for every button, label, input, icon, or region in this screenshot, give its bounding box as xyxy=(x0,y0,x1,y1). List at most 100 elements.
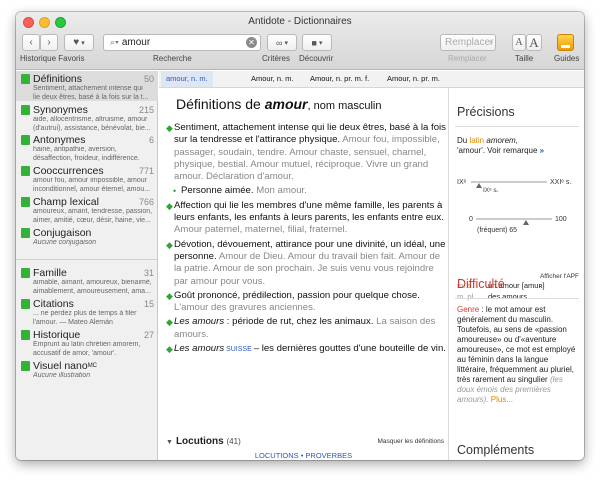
locutions-links[interactable]: LOCUTIONS • PROVERBES xyxy=(159,451,448,460)
tab-amour-nm[interactable]: amour, n. m. xyxy=(161,71,213,87)
sidebar-item-label: Cooccurrences xyxy=(33,165,104,177)
discover-button[interactable]: ■ ▾ xyxy=(302,34,332,51)
sidebar-item-definitions[interactable]: Définitions 50 Sentiment, attachement int… xyxy=(16,71,158,101)
difficulty-heading: Difficulté xyxy=(457,277,505,291)
back-button[interactable]: ‹ xyxy=(22,34,40,51)
sidebar-item-conjugation[interactable]: Conjugaison Aucune conjugaison xyxy=(16,225,158,251)
text-size-larger-button[interactable]: A xyxy=(526,34,542,51)
sidebar-item-cooccurrences[interactable]: Cooccurrences 771 amour fou, amour imposs… xyxy=(16,163,158,193)
count-badge: 50 xyxy=(143,74,154,84)
book-icon xyxy=(21,74,30,84)
filters-label: Critères xyxy=(262,54,291,63)
guides-book-icon xyxy=(561,45,570,48)
sidebar-item-label: Définitions xyxy=(33,73,83,85)
window-title: Antidote - Dictionnaires xyxy=(248,16,352,27)
period-end-label: XXIᵉ s. xyxy=(550,179,571,186)
page-title: Définitions de amour, nom masculin xyxy=(176,96,382,112)
guides-button[interactable] xyxy=(557,34,574,51)
sidebar-item-label: Conjugaison xyxy=(33,227,92,239)
book-icon xyxy=(21,330,30,340)
bullet-icon: ◆ xyxy=(166,239,173,250)
sidebar-item-preview: Emprunt au latin chrétien amorem, accusat… xyxy=(33,341,141,357)
count-badge: 766 xyxy=(138,197,154,207)
toolbar: Antidote - Dictionnaires ‹ › ♥ ▾ ⌕▾ amour… xyxy=(16,12,584,70)
period-marker xyxy=(476,183,482,188)
definitions-list: ◆ Sentiment, attachement intense qui lie … xyxy=(166,122,446,358)
history-favorites-label: Historique Favoris xyxy=(20,54,85,63)
book-icon xyxy=(21,135,30,145)
remark-link[interactable]: » xyxy=(540,146,544,155)
period-frequency-graph: IXᵉ XXIᵉ s. IXᵉ s. 0 100 (fréquent) 65 xyxy=(457,179,571,234)
bullet-icon: • xyxy=(173,186,177,197)
sidebar-item-history[interactable]: Historique 27 Emprunt au latin chrétien a… xyxy=(16,327,158,357)
sidebar-item-antonyms[interactable]: Antonymes 6 haine, antipathie, aversion, d… xyxy=(16,132,158,162)
sidebar-item-preview: haine, antipathie, aversion, désaffection… xyxy=(33,146,140,162)
chevron-down-icon: ▾ xyxy=(284,39,288,47)
text-size-large-icon: A xyxy=(529,34,539,50)
sidebar-item-label: Historique xyxy=(33,329,81,341)
sidebar-item-label: Antonymes xyxy=(33,134,86,146)
chevron-right-icon: › xyxy=(47,37,51,48)
favorites-button[interactable]: ♥ ▾ xyxy=(64,34,94,51)
entry-tabs: amour, n. m. Amour, n. m. Amour, n. pr. … xyxy=(159,71,584,88)
chevron-down-icon: ▾ xyxy=(81,39,85,47)
divider xyxy=(455,126,579,127)
hide-definitions-link[interactable]: Masquer les définitions xyxy=(378,438,444,445)
tab-amour-npr-m[interactable]: Amour, n. pr. m. xyxy=(387,74,440,83)
count-badge: 771 xyxy=(138,166,154,176)
count-badge: 31 xyxy=(143,268,154,278)
sidebar-item-preview: Aucune illustration xyxy=(33,372,91,379)
sidebar-item-quotations[interactable]: Citations 15 ... ne perdez plus de temps … xyxy=(16,296,158,326)
period-marker-label: IXᵉ s. xyxy=(483,187,499,194)
size-label: Taille xyxy=(515,54,534,63)
guides-label: Guides xyxy=(554,54,580,63)
sidebar: Définitions 50 Sentiment, attachement int… xyxy=(16,71,158,460)
precisions-title: Précisions xyxy=(457,105,515,119)
count-badge: 27 xyxy=(143,330,154,340)
forward-button[interactable]: › xyxy=(40,34,58,51)
clear-search-icon[interactable]: ✕ xyxy=(246,37,257,48)
definition-item: • Personne aimée. Mon amour. xyxy=(173,185,307,197)
heart-icon: ♥ xyxy=(73,37,80,48)
discover-label: Découvrir xyxy=(299,54,334,63)
chevron-down-icon: ▾ xyxy=(318,39,323,47)
sidebar-item-preview: aimable, aimant, amoureux, bienaimé, aima… xyxy=(33,279,152,295)
sidebar-item-label: Synonymes xyxy=(33,104,88,116)
difficulty-section: Difficulté Genre : le mot amour est géné… xyxy=(449,270,584,430)
replace-label-caption: Remplacer xyxy=(448,54,487,63)
book-icon xyxy=(21,361,30,371)
replace-label: Remplacer xyxy=(445,37,494,48)
sidebar-item-family[interactable]: Famille 31 aimable, aimant, amoureux, bie… xyxy=(16,265,158,295)
tab-amour-npr-mf[interactable]: Amour, n. pr. m. f. xyxy=(310,74,369,83)
more-link[interactable]: Plus... xyxy=(489,395,513,404)
replace-button[interactable]: Remplacer ▾ xyxy=(440,34,496,51)
book-icon xyxy=(21,268,30,278)
count-badge: 215 xyxy=(138,105,154,115)
definition-item: ◆ Sentiment, attachement intense qui lie … xyxy=(166,122,446,183)
definitions-panel: Définitions de amour, nom masculin ◆ Sent… xyxy=(159,88,448,460)
chevron-left-icon: ‹ xyxy=(29,37,33,48)
etymology-text: Du latin amorem,'amour'. Voir remarque » xyxy=(457,136,545,155)
locutions-section[interactable]: ▼ Locutions (41) Masquer les définitions xyxy=(166,436,444,447)
search-input[interactable]: amour xyxy=(122,37,150,48)
search-field[interactable]: ⌕▾ amour ✕ xyxy=(103,34,261,51)
sidebar-item-synonyms[interactable]: Synonymes 215 aide, allocentrisme, altrui… xyxy=(16,102,158,132)
definition-item: ◆ Goût prononcé, prédilection, passion po… xyxy=(166,289,420,314)
text-size-smaller-button[interactable]: A xyxy=(512,34,526,51)
search-label: Recherche xyxy=(153,54,192,63)
definition-item: ◆ Dévotion, dévouement, attirance pour un… xyxy=(166,238,446,287)
chevron-down-icon: ▾ xyxy=(489,39,493,47)
sidebar-item-visual-nano[interactable]: Visuel nano MC Aucune illustration xyxy=(16,358,158,384)
tab-amour-nm-capital[interactable]: Amour, n. m. xyxy=(251,74,294,83)
bullet-icon: ◆ xyxy=(166,290,173,301)
sidebar-item-preview: Sentiment, attachement intense qui lie de… xyxy=(33,85,149,101)
book-icon xyxy=(21,197,30,207)
definition-item: ◆ Les amours SUISSE – les dernières goutt… xyxy=(166,343,446,355)
book-icon xyxy=(21,228,30,238)
sidebar-item-preview: Aucune conjugaison xyxy=(33,239,97,246)
divider xyxy=(455,298,579,299)
sidebar-item-lexical-field[interactable]: Champ lexical 766 amoureux, amant, tendre… xyxy=(16,194,158,224)
difficulty-text: Genre : le mot amour est généralement du… xyxy=(457,305,576,404)
filters-button[interactable]: ∞ ▾ xyxy=(267,34,297,51)
sidebar-item-preview: amoureux, amant, tendresse, passion, aime… xyxy=(33,208,153,224)
